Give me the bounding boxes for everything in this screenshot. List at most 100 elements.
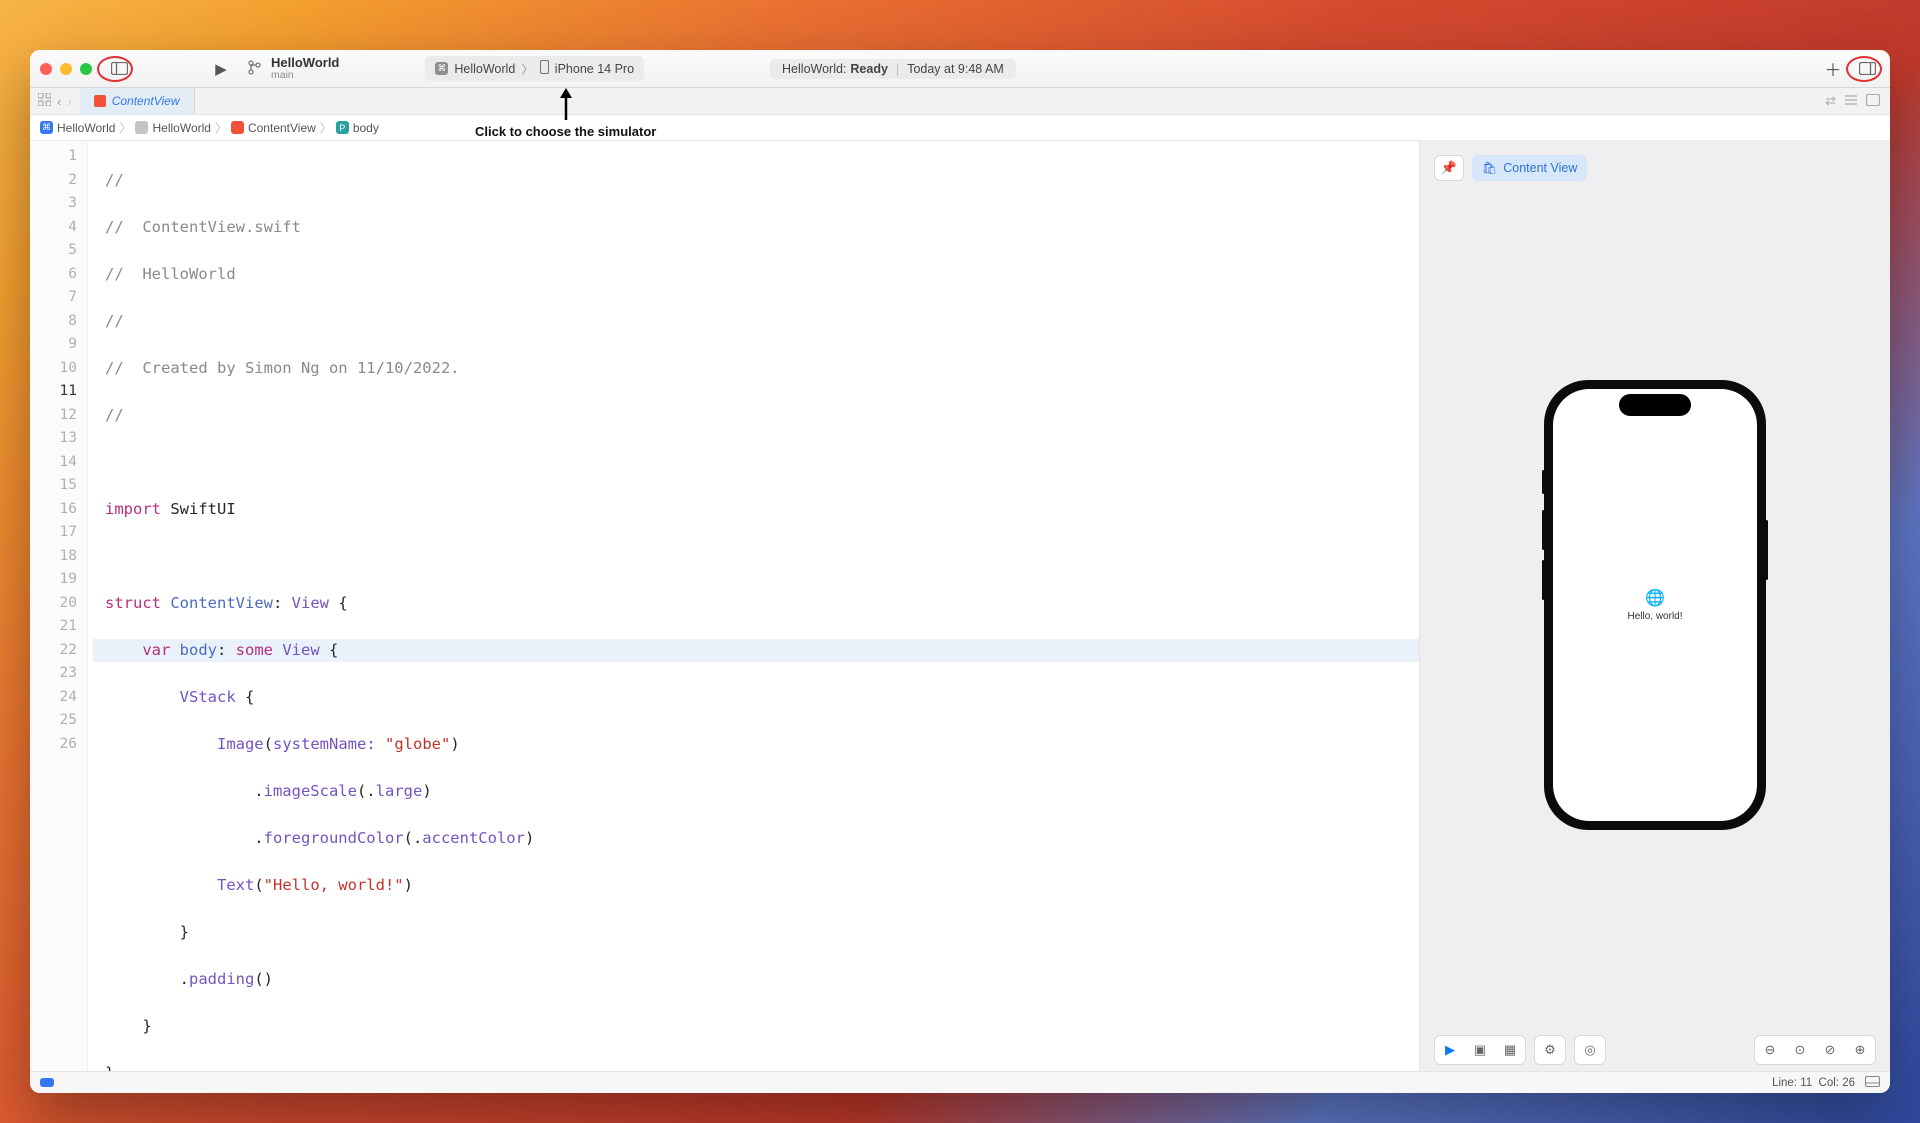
cursor-line-label: Line: (1772, 1077, 1797, 1089)
tab-contentview[interactable]: ContentView (80, 88, 195, 114)
line-number: 10 (30, 357, 87, 381)
crumb-file: ContentView (248, 121, 316, 135)
line-number: 13 (30, 427, 87, 451)
preview-selector[interactable]: 🛍 Content View (1472, 155, 1587, 181)
device-frame: 🌐 Hello, world! (1544, 380, 1766, 830)
bag-icon: 🛍 (1482, 161, 1497, 175)
crumb-symbol: body (353, 121, 379, 135)
device-settings-button[interactable]: ⚙︎ (1538, 1039, 1562, 1061)
preview-canvas-pane: 📌 🛍 Content View 🌐 Hello, world! ▶ (1420, 141, 1890, 1071)
nav-forward-button[interactable]: › (67, 94, 71, 109)
chevron-right-icon: 〉 (521, 59, 534, 78)
jump-bar[interactable]: ⌘ HelloWorld 〉 HelloWorld 〉 ContentView … (30, 115, 1890, 141)
hello-world-text: Hello, world! (1627, 611, 1682, 622)
run-destination-selector[interactable]: ⌘ HelloWorld 〉 iPhone 14 Pro (425, 56, 644, 81)
line-number: 4 (30, 216, 87, 240)
line-number: 14 (30, 451, 87, 475)
line-number: 2 (30, 169, 87, 193)
target-project-label: HelloWorld (454, 62, 515, 76)
sync-icon[interactable]: ⇄ (1825, 93, 1836, 109)
crumb-project: HelloWorld (57, 121, 115, 135)
tab-label: ContentView (112, 94, 180, 108)
line-number: 18 (30, 545, 87, 569)
line-number: 25 (30, 709, 87, 733)
globe-icon: 🌐 (1645, 588, 1665, 608)
toggle-debug-area-icon[interactable] (1865, 1075, 1880, 1090)
cursor-line-value: 11 (1800, 1077, 1812, 1089)
line-number: 16 (30, 498, 87, 522)
preview-toolbar: ▶ ▣ ▦ ⚙︎ ◎ ⊖ ⊙ ⊘ ⊕ (1420, 1029, 1890, 1071)
line-number: 15 (30, 474, 87, 498)
pin-preview-button[interactable]: 📌 (1434, 155, 1464, 181)
toggle-inspectors-button[interactable] (1854, 56, 1880, 82)
line-number: 12 (30, 404, 87, 428)
line-number: 24 (30, 686, 87, 710)
preview-selector-label: Content View (1503, 161, 1577, 175)
line-number: 21 (30, 615, 87, 639)
activity-status[interactable]: HelloWorld: Ready | Today at 9:48 AM (770, 59, 1016, 79)
crumb-group: HelloWorld (152, 121, 210, 135)
status-project: HelloWorld: (782, 62, 846, 76)
zoom-out-button[interactable]: ⊖ (1758, 1039, 1782, 1061)
preview-canvas[interactable]: 🌐 Hello, world! (1420, 181, 1890, 1029)
run-button[interactable]: ▶ (208, 56, 234, 82)
line-number: 5 (30, 239, 87, 263)
line-gutter: 1 2 3 4 5 6 7 8 9 10 11 12 13 14 15 16 1… (30, 141, 88, 1071)
main-area: 1 2 3 4 5 6 7 8 9 10 11 12 13 14 15 16 1… (30, 141, 1890, 1071)
line-number: 7 (30, 286, 87, 310)
zoom-in-button[interactable]: ⊕ (1848, 1039, 1872, 1061)
line-number: 26 (30, 733, 87, 757)
line-number: 20 (30, 592, 87, 616)
line-number: 23 (30, 662, 87, 686)
line-number: 17 (30, 521, 87, 545)
window-controls (40, 63, 92, 75)
property-icon: P (336, 121, 349, 134)
zoom-actual-button[interactable]: ⊘ (1818, 1039, 1842, 1061)
swift-file-icon (94, 95, 106, 107)
device-screen: 🌐 Hello, world! (1553, 389, 1757, 821)
status-separator: | (896, 62, 899, 76)
add-editor-icon[interactable] (1866, 94, 1880, 109)
chevron-icon: 〉 (320, 119, 332, 136)
source-editor[interactable]: 1 2 3 4 5 6 7 8 9 10 11 12 13 14 15 16 1… (30, 141, 1420, 1071)
line-number: 9 (30, 333, 87, 357)
zoom-fit-button[interactable]: ⊙ (1788, 1039, 1812, 1061)
status-bar: Line: 11 Col: 26 (30, 1071, 1890, 1093)
toggle-navigator-button[interactable] (106, 56, 132, 82)
swift-icon (231, 121, 244, 134)
xcode-window: ▶ HelloWorld main ⌘ HelloWorld 〉 iPhone … (30, 50, 1890, 1093)
library-button[interactable]: ＋ (1820, 56, 1846, 82)
line-number: 1 (30, 145, 87, 169)
scheme-selector[interactable]: HelloWorld main (248, 56, 339, 81)
line-number-current: 11 (30, 380, 87, 404)
cursor-col-value: 26 (1842, 1077, 1855, 1089)
live-preview-button[interactable]: ▶ (1438, 1039, 1462, 1061)
scheme-title: HelloWorld (271, 56, 339, 70)
project-icon: ⌘ (40, 121, 53, 134)
editor-options-icon[interactable] (1844, 94, 1858, 109)
app-icon: ⌘ (435, 62, 448, 75)
close-button[interactable] (40, 63, 52, 75)
line-number: 8 (30, 310, 87, 334)
line-number: 3 (30, 192, 87, 216)
device-icon (540, 60, 549, 77)
scheme-branch: main (271, 70, 339, 81)
debug-indicator[interactable] (40, 1078, 54, 1087)
line-number: 6 (30, 263, 87, 287)
minimize-button[interactable] (60, 63, 72, 75)
chevron-icon: 〉 (215, 119, 227, 136)
folder-icon (135, 121, 148, 134)
code-area[interactable]: // // ContentView.swift // HelloWorld //… (93, 141, 1419, 1071)
zoom-button[interactable] (80, 63, 92, 75)
toolbar: ▶ HelloWorld main ⌘ HelloWorld 〉 iPhone … (30, 50, 1890, 88)
related-items-button[interactable] (38, 93, 51, 109)
chevron-icon: 〉 (119, 119, 131, 136)
status-state: Ready (850, 62, 888, 76)
branch-icon (248, 60, 261, 78)
selectable-button[interactable]: ▣ (1468, 1039, 1492, 1061)
nav-back-button[interactable]: ‹ (57, 94, 61, 109)
variants-button[interactable]: ▦ (1498, 1039, 1522, 1061)
line-number: 19 (30, 568, 87, 592)
preview-options-button[interactable]: ◎ (1578, 1039, 1602, 1061)
tab-bar: ‹ › ContentView ⇄ (30, 88, 1890, 115)
